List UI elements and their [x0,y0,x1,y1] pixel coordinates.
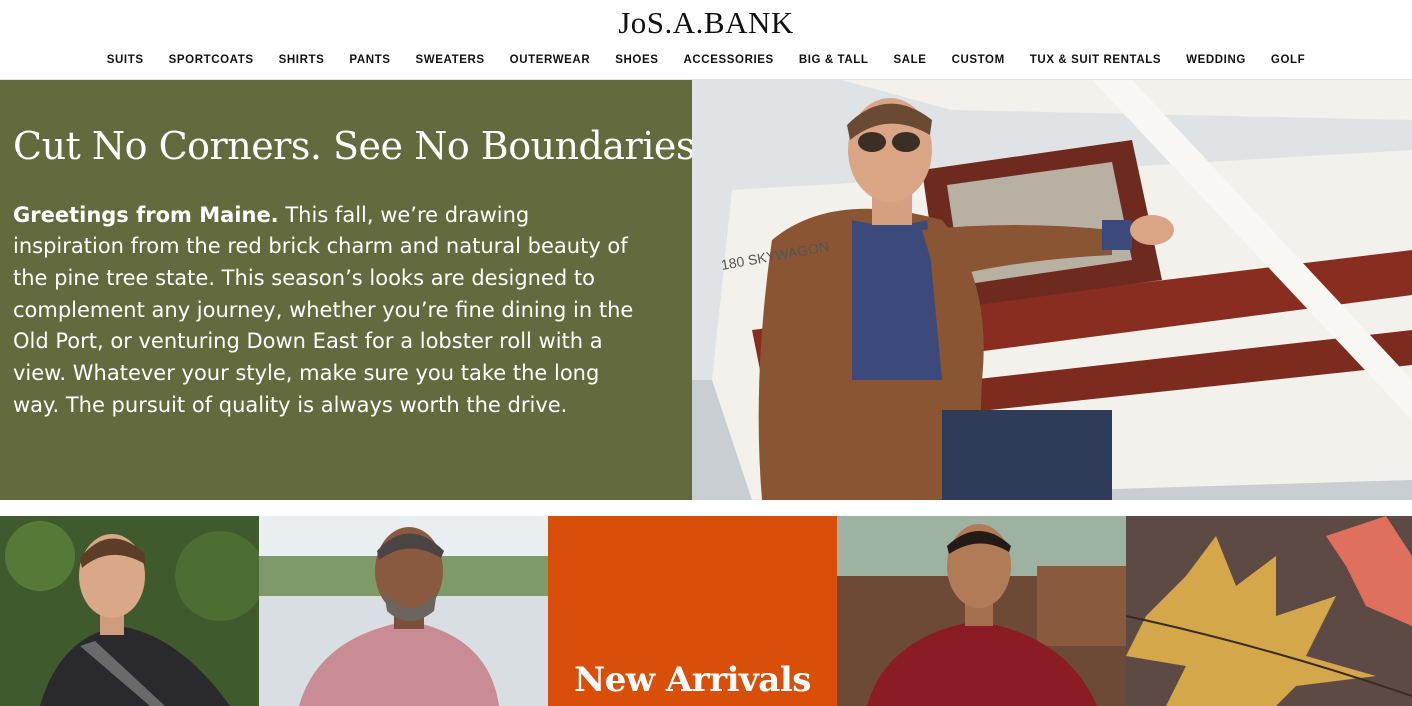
nav-item-sweaters[interactable]: SWEATERS [403,54,497,66]
nav-item-custom[interactable]: CUSTOM [939,54,1017,66]
tile-4-seat [1037,566,1126,646]
category-tiles: New Arrivals [0,516,1412,706]
hero-photo-illustration: 180 SKYWAGON [692,80,1412,500]
tile-autumn-leaf[interactable] [1126,516,1412,706]
nav-item-big-tall[interactable]: BIG & TALL [786,54,881,66]
new-arrivals-label: New Arrivals [574,660,811,700]
nav-item-golf[interactable]: GOLF [1258,54,1317,66]
tile-5-illustration [1126,516,1412,706]
nav-item-wedding[interactable]: WEDDING [1174,54,1259,66]
nav-item-sale[interactable]: SALE [881,54,939,66]
tile-man-in-red-polo[interactable] [837,516,1126,706]
tile-4-illustration [837,516,1126,706]
tile-1-illustration [0,516,259,706]
tile-new-arrivals[interactable]: New Arrivals [548,516,837,706]
tile-man-in-overcoat[interactable] [0,516,259,706]
brand-logo[interactable]: JoS.A.BANK [0,0,1412,40]
nav-item-shirts[interactable]: SHIRTS [266,54,337,66]
tile-2-illustration [259,516,548,706]
nav-item-outerwear[interactable]: OUTERWEAR [497,54,603,66]
nav-item-shoes[interactable]: SHOES [603,54,671,66]
hero-text-panel: Cut No Corners. See No Boundaries. Greet… [0,80,707,500]
sunglasses-right-lens [892,132,920,152]
brand-logo-text: JoS.A.BANK [618,4,794,40]
nav-item-sportcoats[interactable]: SPORTCOATS [156,54,266,66]
man-jeans [942,410,1112,500]
nav-item-accessories[interactable]: ACCESSORIES [671,54,786,66]
tile-man-in-check-shirt[interactable] [259,516,548,706]
hero-image-man-with-plane[interactable]: 180 SKYWAGON [692,80,1412,500]
tile-1-leaf-cluster [5,521,75,591]
hero-banner: Cut No Corners. See No Boundaries. Greet… [0,80,1412,500]
sunglasses-left-lens [858,132,886,152]
nav-item-tux-rentals[interactable]: TUX & SUIT RENTALS [1017,54,1173,66]
nav-item-suits[interactable]: SUITS [94,54,156,66]
hero-body: Greetings from Maine. This fall, we’re d… [13,200,643,422]
hero-body-text: This fall, we’re drawing inspiration fro… [13,202,634,417]
man-cuff [1102,220,1132,250]
hero-title: Cut No Corners. See No Boundaries. [13,124,707,168]
hero-lead: Greetings from Maine. [13,202,279,227]
main-nav: SUITS SPORTCOATS SHIRTS PANTS SWEATERS O… [0,40,1412,80]
man-hand [1130,215,1174,245]
nav-item-pants[interactable]: PANTS [337,54,403,66]
